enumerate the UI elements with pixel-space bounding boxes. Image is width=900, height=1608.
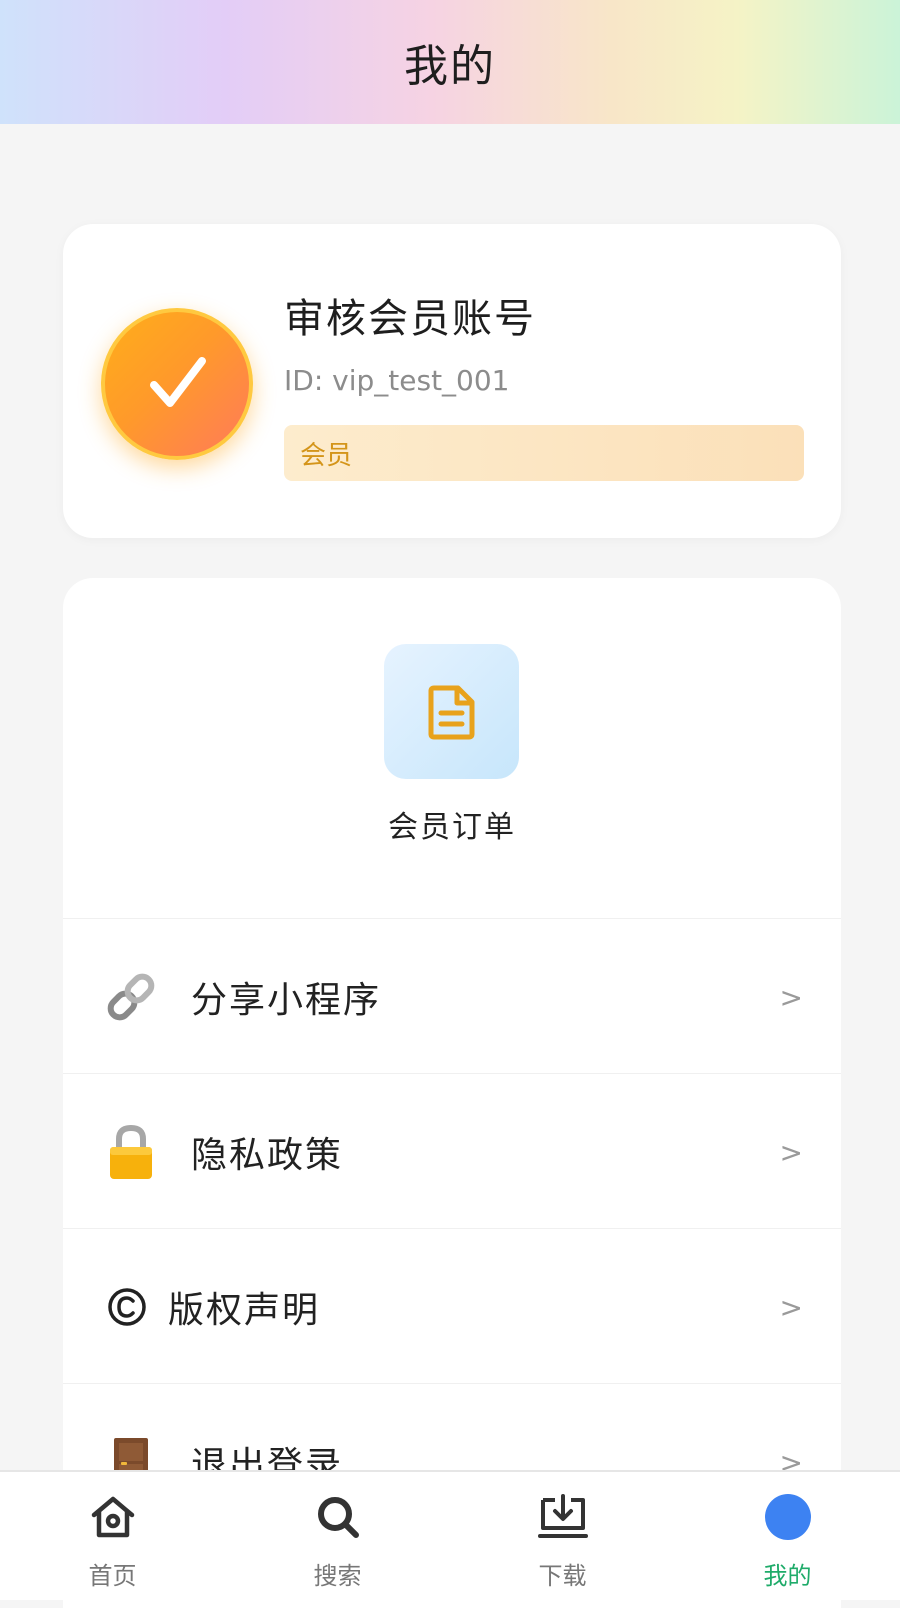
avatar[interactable] xyxy=(101,308,253,460)
tab-profile-label: 我的 xyxy=(763,1562,812,1590)
document-icon xyxy=(428,685,474,739)
menu-card: 会员订单 分享小程序 > 隐私政策 > 版权声明 > 退出登录 > xyxy=(63,578,841,1608)
menu-item-privacy-label: 隐私政策 xyxy=(191,1135,344,1176)
member-badge-label: 会员 xyxy=(300,440,353,471)
menu-item-privacy[interactable]: 隐私政策 > xyxy=(63,1073,841,1228)
search-icon xyxy=(225,1490,450,1544)
lock-icon xyxy=(101,1122,161,1182)
member-badge: 会员 xyxy=(284,425,804,481)
page-title: 我的 xyxy=(404,41,496,92)
chevron-right-icon: > xyxy=(779,1291,803,1324)
page-header: 我的 xyxy=(0,0,900,124)
tab-home-label: 首页 xyxy=(88,1562,137,1590)
member-orders-button[interactable] xyxy=(384,644,519,779)
bottom-tab-bar: 首页 搜索 下载 我的 xyxy=(0,1470,900,1600)
tab-download-label: 下载 xyxy=(538,1562,587,1590)
link-icon xyxy=(101,967,161,1027)
checkmark-icon xyxy=(150,357,206,407)
tab-search-label: 搜索 xyxy=(313,1562,362,1590)
tab-home[interactable]: 首页 xyxy=(0,1472,225,1602)
profile-dot-icon xyxy=(675,1490,900,1544)
member-orders-label[interactable]: 会员订单 xyxy=(63,802,841,846)
menu-item-copyright-label: 版权声明 xyxy=(168,1290,321,1331)
profile-id: ID: vip_test_001 xyxy=(284,364,510,397)
menu-item-share-label: 分享小程序 xyxy=(191,980,382,1021)
profile-card: 审核会员账号 ID: vip_test_001 会员 xyxy=(63,224,841,538)
home-icon xyxy=(0,1490,225,1544)
tab-download[interactable]: 下载 xyxy=(450,1472,675,1602)
menu-item-copyright[interactable]: 版权声明 > xyxy=(63,1228,841,1383)
active-indicator xyxy=(764,1494,811,1540)
menu-item-share[interactable]: 分享小程序 > xyxy=(63,918,841,1073)
profile-name: 审核会员账号 xyxy=(284,296,536,342)
tab-profile[interactable]: 我的 xyxy=(675,1472,900,1602)
download-icon xyxy=(450,1490,675,1544)
tab-search[interactable]: 搜索 xyxy=(225,1472,450,1602)
copyright-icon xyxy=(97,1277,157,1337)
chevron-right-icon: > xyxy=(779,1136,803,1169)
chevron-right-icon: > xyxy=(779,981,803,1014)
